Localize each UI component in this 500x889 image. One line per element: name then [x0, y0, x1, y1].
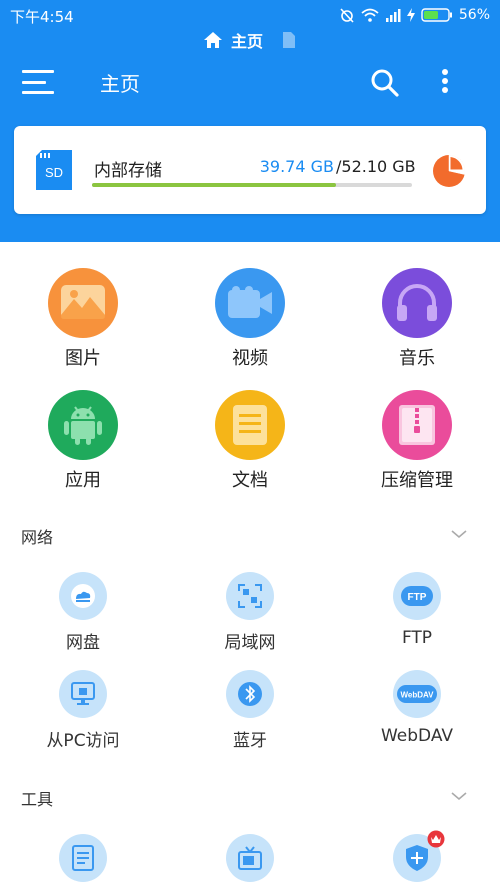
- network-section-title: 网络: [21, 528, 54, 547]
- webdav-badge-text: WebDAV: [400, 691, 434, 700]
- webdav-circle: WebDAV: [393, 670, 441, 718]
- category-images[interactable]: 图片: [23, 268, 143, 370]
- search-icon[interactable]: [370, 68, 400, 98]
- images-circle: [48, 268, 118, 338]
- status-time: 下午4:54: [10, 8, 74, 26]
- archives-circle: [382, 390, 452, 460]
- chevron-down-icon[interactable]: [450, 528, 468, 540]
- toolbar: 主页: [0, 56, 500, 108]
- menu-icon-line: [22, 91, 54, 94]
- status-icons: 56%: [339, 6, 490, 24]
- videos-circle: [215, 268, 285, 338]
- lan-icon: [238, 584, 262, 608]
- notes-circle: [59, 834, 107, 882]
- category-label: 音乐: [399, 348, 435, 369]
- more-dot: [442, 69, 448, 75]
- sd-card-label: SD: [45, 165, 63, 180]
- headphones-icon: [397, 284, 437, 321]
- network-label: 从PC访问: [46, 731, 120, 751]
- network-label: FTP: [401, 628, 433, 648]
- alarm-off-icon: [340, 8, 354, 23]
- category-apps[interactable]: 应用: [23, 390, 143, 492]
- image-icon: [61, 285, 105, 319]
- category-label: 视频: [232, 348, 268, 369]
- menu-icon-line: [22, 80, 46, 84]
- tool-security[interactable]: [357, 830, 477, 882]
- bluetooth-icon: [238, 682, 262, 706]
- more-dot: [442, 87, 448, 93]
- network-label: 局域网: [224, 633, 276, 653]
- charging-icon: [406, 8, 415, 22]
- storage-total: /52.10 GB: [336, 157, 416, 176]
- category-archives[interactable]: 压缩管理: [357, 390, 477, 492]
- category-label: 图片: [65, 348, 101, 369]
- storage-progress-fill: [92, 183, 337, 187]
- tool-notes[interactable]: [23, 834, 143, 882]
- storage-used: 39.74 GB: [259, 157, 334, 176]
- network-webdav[interactable]: WebDAV WebDAV: [357, 670, 477, 746]
- archive-icon: [399, 405, 435, 445]
- network-ftp[interactable]: FTP FTP: [357, 572, 477, 648]
- tv-icon: [238, 846, 262, 870]
- menu-icon-line: [22, 70, 54, 73]
- category-label: 文档: [232, 470, 268, 491]
- breadcrumb: 主页: [0, 26, 500, 54]
- category-videos[interactable]: 视频: [190, 268, 310, 370]
- security-circle: [393, 830, 445, 882]
- app-header: 下午4:54 56% 主页 主页 SD 内部存储 39.74 GB /52.10…: [0, 0, 500, 242]
- music-circle: [382, 268, 452, 338]
- storage-name: 内部存储: [94, 161, 162, 181]
- ftp-icon: FTP: [401, 586, 433, 606]
- wifi-icon: [361, 8, 379, 22]
- category-label: 压缩管理: [381, 470, 453, 491]
- menu-button[interactable]: [22, 68, 54, 96]
- network-lan[interactable]: 局域网: [190, 572, 310, 653]
- more-options-button[interactable]: [432, 66, 458, 96]
- notes-icon: [72, 845, 94, 871]
- sd-card-icon: SD: [36, 150, 72, 190]
- network-label: 网盘: [66, 633, 100, 653]
- document-icon: [233, 405, 267, 445]
- battery-percent: 56%: [458, 7, 490, 23]
- tool-tv[interactable]: [190, 834, 310, 882]
- ftp-badge-text: FTP: [408, 592, 427, 603]
- documents-circle: [215, 390, 285, 460]
- tools-section-title: 工具: [21, 790, 54, 809]
- more-dot: [442, 78, 448, 84]
- category-documents[interactable]: 文档: [190, 390, 310, 492]
- pc-access-circle: [59, 670, 107, 718]
- tv-circle: [226, 834, 274, 882]
- category-label: 应用: [65, 470, 101, 491]
- ftp-circle: FTP: [393, 572, 441, 620]
- video-camera-icon: [228, 286, 272, 318]
- apps-circle: [48, 390, 118, 460]
- breadcrumb-home-label[interactable]: 主页: [231, 28, 263, 52]
- cloud-drive-icon: [71, 584, 95, 608]
- webdav-icon: WebDAV: [397, 685, 437, 703]
- storage-progress-bar: [92, 183, 412, 187]
- network-label: WebDAV: [380, 726, 454, 746]
- network-label: 蓝牙: [233, 731, 267, 751]
- home-icon[interactable]: [203, 31, 223, 49]
- internal-storage-card[interactable]: SD 内部存储 39.74 GB /52.10 GB: [14, 126, 486, 214]
- bluetooth-circle: [226, 670, 274, 718]
- signal-icon: [385, 9, 401, 22]
- battery-icon: [421, 8, 452, 22]
- crown-badge-icon: [427, 830, 445, 848]
- network-pc-access[interactable]: 从PC访问: [23, 670, 143, 751]
- network-bluetooth[interactable]: 蓝牙: [190, 670, 310, 751]
- page-title: 主页: [100, 72, 140, 96]
- storage-pie-icon: [433, 154, 466, 187]
- cloud-drive-circle: [59, 572, 107, 620]
- shield-plus-icon: [406, 845, 428, 871]
- android-icon: [64, 406, 102, 445]
- category-music[interactable]: 音乐: [357, 268, 477, 370]
- network-cloud-drive[interactable]: 网盘: [23, 572, 143, 653]
- document-icon[interactable]: [281, 31, 297, 49]
- chevron-down-icon[interactable]: [450, 790, 468, 802]
- lan-circle: [226, 572, 274, 620]
- monitor-icon: [71, 682, 95, 705]
